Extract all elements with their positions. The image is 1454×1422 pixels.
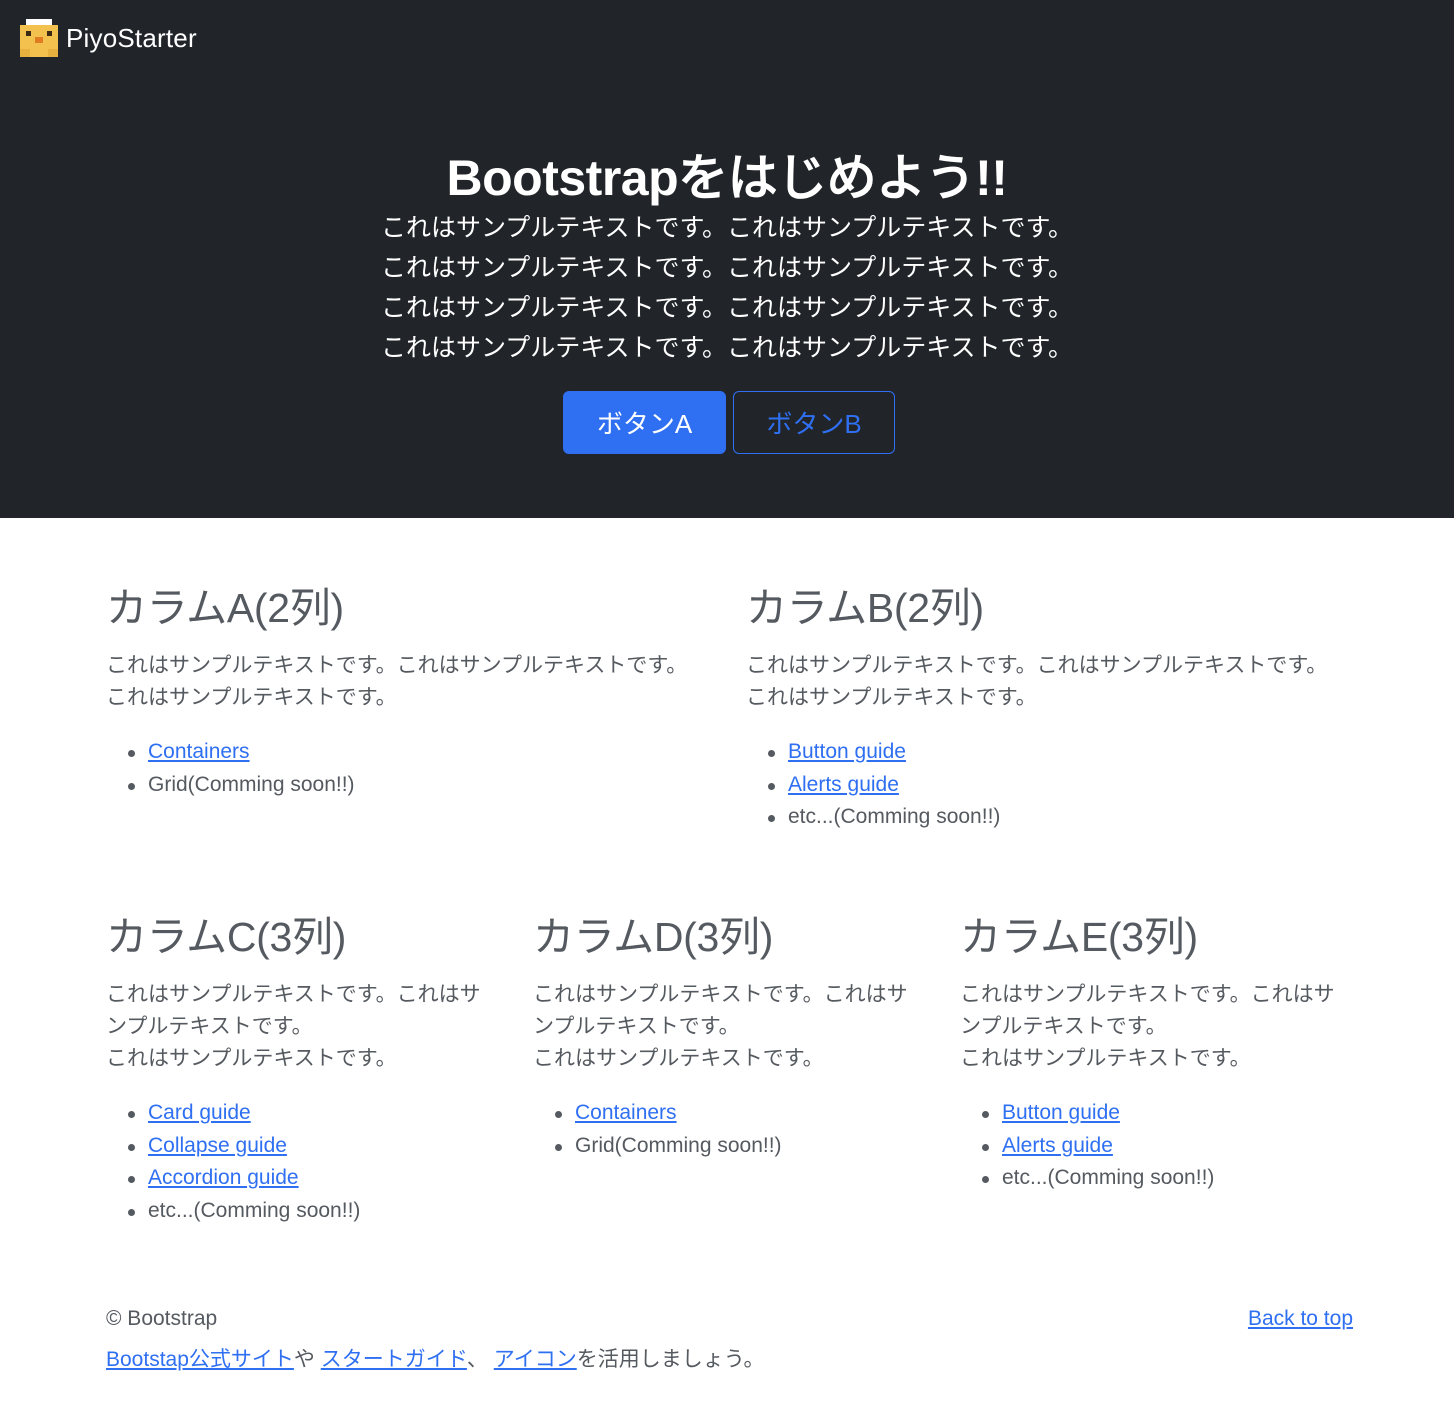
column-title: カラムA(2列) <box>106 585 344 631</box>
column-list: Card guide Collapse guide Accordion guid… <box>106 1097 506 1227</box>
brand-name: PiyoStarter <box>66 22 197 53</box>
link-icons[interactable]: アイコン <box>494 1348 577 1371</box>
link-collapse-guide[interactable]: Collapse guide <box>148 1134 287 1157</box>
list-item: Containers <box>128 736 716 769</box>
column-text-line: これはサンプルテキストです。これはサンプルテキストです。 <box>106 654 688 677</box>
column-text: これはサンプルテキストです。これはサ ンプルテキストです。 これはサンプルテキス… <box>533 979 933 1075</box>
footer-text: を活用しましょう。 <box>576 1348 765 1371</box>
column-text: これはサンプルテキストです。これはサ ンプルテキストです。 これはサンプルテキス… <box>106 979 506 1075</box>
column-text-line: ンプルテキストです。 <box>533 1015 740 1038</box>
column-text-line: これはサンプルテキストです。これはサンプルテキストです。 <box>746 654 1328 677</box>
list-item: etc...(Comming soon!!) <box>128 1195 506 1228</box>
list-item: etc...(Comming soon!!) <box>768 801 1356 834</box>
column-text: これはサンプルテキストです。これはサンプルテキストです。 これはサンプルテキスト… <box>106 650 716 714</box>
list-item: Accordion guide <box>128 1162 506 1195</box>
back-to-top-link[interactable]: Back to top <box>1248 1307 1353 1331</box>
column-list: Button guide Alerts guide etc...(Comming… <box>960 1097 1360 1195</box>
hero-line: これはサンプルテキストです。これはサンプルテキストです。 <box>380 254 1073 282</box>
link-official-site[interactable]: Bootstap公式サイト <box>106 1348 294 1371</box>
button-a[interactable]: ボタンA <box>563 391 726 454</box>
list-item: Containers <box>555 1097 933 1130</box>
column-list: Containers Grid(Comming soon!!) <box>533 1097 933 1162</box>
column-text: これはサンプルテキストです。これはサンプルテキストです。 これはサンプルテキスト… <box>746 650 1356 714</box>
column-text: これはサンプルテキストです。これはサ ンプルテキストです。 これはサンプルテキス… <box>960 979 1360 1075</box>
footer-text: や <box>293 1348 321 1371</box>
column-text-line: これはサンプルテキストです。これはサ <box>960 983 1335 1006</box>
column-list: Button guide Alerts guide etc...(Comming… <box>746 736 1356 834</box>
list-item: Button guide <box>982 1097 1360 1130</box>
column-text-line: ンプルテキストです。 <box>960 1015 1167 1038</box>
link-start-guide[interactable]: スタートガイド <box>321 1348 467 1371</box>
hero-line: これはサンプルテキストです。これはサンプルテキストです。 <box>380 214 1073 242</box>
column-a: カラムA(2列) これはサンプルテキストです。これはサンプルテキストです。 これ… <box>106 580 716 801</box>
footer-links: Bootstap公式サイトや スタートガイド、 アイコンを活用しましょう。 <box>106 1343 764 1373</box>
column-text-line: ンプルテキストです。 <box>106 1015 313 1038</box>
list-item: Alerts guide <box>768 769 1356 802</box>
hero-line: これはサンプルテキストです。これはサンプルテキストです。 <box>380 334 1073 362</box>
column-c: カラムC(3列) これはサンプルテキストです。これはサ ンプルテキストです。 こ… <box>106 909 506 1227</box>
list-item: Grid(Comming soon!!) <box>128 769 716 802</box>
column-text-line: これはサンプルテキストです。 <box>533 1047 824 1070</box>
list-item: Card guide <box>128 1097 506 1130</box>
column-e: カラムE(3列) これはサンプルテキストです。これはサ ンプルテキストです。 こ… <box>960 909 1360 1195</box>
link-alerts-guide[interactable]: Alerts guide <box>1002 1134 1113 1157</box>
hero-button-group: ボタンA ボタンB <box>563 391 895 454</box>
list-item: Grid(Comming soon!!) <box>555 1130 933 1163</box>
column-title: カラムB(2列) <box>746 585 984 631</box>
link-button-guide[interactable]: Button guide <box>788 740 906 763</box>
column-b: カラムB(2列) これはサンプルテキストです。これはサンプルテキストです。 これ… <box>746 580 1356 834</box>
column-d: カラムD(3列) これはサンプルテキストです。これはサ ンプルテキストです。 こ… <box>533 909 933 1162</box>
column-title: カラムE(3列) <box>960 914 1198 960</box>
footer-text: 、 <box>466 1348 494 1371</box>
list-item: Collapse guide <box>128 1130 506 1163</box>
chick-pixel-icon <box>20 19 58 57</box>
column-text-line: これはサンプルテキストです。これはサ <box>533 983 908 1006</box>
link-button-guide[interactable]: Button guide <box>1002 1101 1120 1124</box>
list-item: Alerts guide <box>982 1130 1360 1163</box>
column-text-line: これはサンプルテキストです。 <box>106 1047 397 1070</box>
navbar-brand[interactable]: PiyoStarter <box>20 18 197 58</box>
link-containers[interactable]: Containers <box>148 740 250 763</box>
column-text-line: これはサンプルテキストです。 <box>106 686 397 709</box>
column-text-line: これはサンプルテキストです。これはサ <box>106 983 481 1006</box>
list-item: Button guide <box>768 736 1356 769</box>
button-b[interactable]: ボタンB <box>733 391 895 454</box>
list-item: etc...(Comming soon!!) <box>982 1162 1360 1195</box>
column-title: カラムD(3列) <box>533 914 774 960</box>
link-containers[interactable]: Containers <box>575 1101 677 1124</box>
column-list: Containers Grid(Comming soon!!) <box>106 736 716 801</box>
column-text-line: これはサンプルテキストです。 <box>746 686 1037 709</box>
link-accordion-guide[interactable]: Accordion guide <box>148 1166 299 1189</box>
hero-line: これはサンプルテキストです。これはサンプルテキストです。 <box>380 294 1073 322</box>
column-text-line: これはサンプルテキストです。 <box>960 1047 1251 1070</box>
footer-copyright: © Bootstrap <box>106 1307 218 1330</box>
hero-lead-text: これはサンプルテキストです。これはサンプルテキストです。 これはサンプルテキスト… <box>0 208 1454 368</box>
hero-title: Bootstrapをはじめよう!! <box>446 150 1008 206</box>
link-alerts-guide[interactable]: Alerts guide <box>788 773 899 796</box>
column-title: カラムC(3列) <box>106 914 347 960</box>
hero-section: PiyoStarter Bootstrapをはじめよう!! これはサンプルテキス… <box>0 0 1454 518</box>
link-card-guide[interactable]: Card guide <box>148 1101 251 1124</box>
